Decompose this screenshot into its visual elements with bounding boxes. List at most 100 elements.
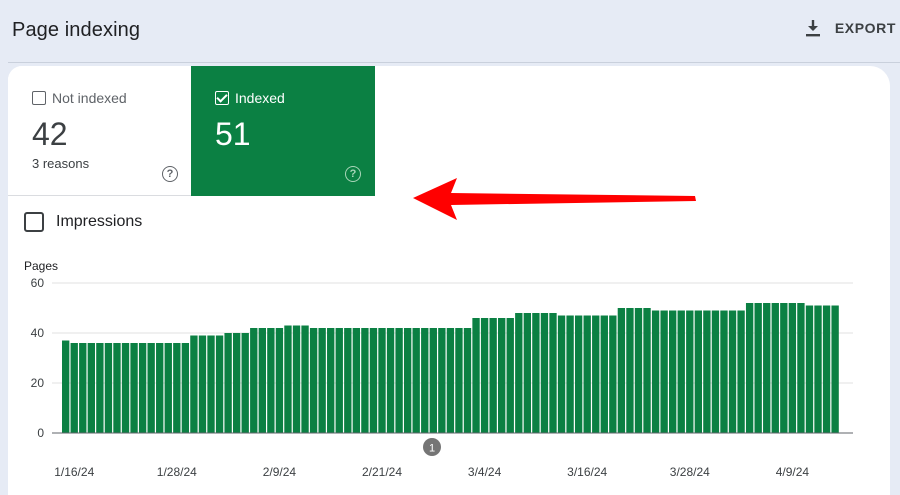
x-tick-label: 2/21/24 [362, 465, 402, 479]
bar[interactable] [421, 328, 429, 433]
bar[interactable] [489, 318, 497, 433]
bar[interactable] [258, 328, 266, 433]
bar[interactable] [515, 313, 523, 433]
bar[interactable] [344, 328, 352, 433]
bar[interactable] [386, 328, 395, 433]
bar[interactable] [446, 328, 455, 433]
bar[interactable] [592, 315, 600, 434]
bar[interactable] [241, 333, 249, 433]
bar[interactable] [822, 305, 831, 434]
bar[interactable] [780, 303, 788, 433]
bar[interactable] [164, 343, 172, 433]
bar[interactable] [763, 303, 771, 433]
bar[interactable] [369, 328, 378, 433]
bar[interactable] [472, 318, 480, 433]
bar[interactable] [506, 318, 514, 433]
bar[interactable] [651, 310, 660, 434]
bar[interactable] [677, 310, 685, 434]
bar[interactable] [267, 328, 275, 433]
bar[interactable] [626, 308, 634, 433]
bar[interactable] [720, 310, 728, 434]
bar[interactable] [207, 335, 215, 434]
bar[interactable] [215, 335, 224, 434]
bar[interactable] [327, 328, 335, 433]
bar[interactable] [831, 305, 839, 434]
bar[interactable] [694, 310, 703, 434]
bar[interactable] [617, 308, 626, 433]
bar[interactable] [728, 310, 737, 434]
bar[interactable] [480, 318, 489, 433]
y-axis-title: Pages [24, 259, 58, 273]
bar[interactable] [250, 328, 258, 433]
bar[interactable] [147, 343, 155, 433]
bar[interactable] [96, 343, 104, 433]
bar[interactable] [198, 335, 207, 434]
bar[interactable] [549, 313, 557, 433]
bar[interactable] [540, 313, 549, 433]
bar[interactable] [318, 328, 326, 433]
bar[interactable] [301, 325, 309, 434]
bar[interactable] [335, 328, 343, 433]
bar[interactable] [429, 328, 437, 433]
bar[interactable] [703, 310, 711, 434]
bar[interactable] [403, 328, 412, 433]
bar[interactable] [711, 310, 720, 434]
bar[interactable] [113, 343, 121, 433]
bar[interactable] [669, 310, 677, 434]
bar[interactable] [292, 325, 301, 434]
bar[interactable] [181, 343, 190, 433]
bar[interactable] [609, 315, 617, 434]
annotation-marker[interactable]: 1 [423, 438, 441, 456]
x-tick-label: 1/28/24 [157, 465, 197, 479]
bar[interactable] [686, 310, 694, 434]
bar[interactable] [70, 343, 78, 433]
bar[interactable] [173, 343, 181, 433]
bar[interactable] [232, 333, 241, 433]
bar[interactable] [121, 343, 130, 433]
bar[interactable] [557, 315, 566, 434]
bar[interactable] [62, 340, 70, 434]
bar[interactable] [361, 328, 369, 433]
bar[interactable] [275, 328, 284, 433]
bar[interactable] [523, 313, 532, 433]
bar[interactable] [130, 343, 138, 433]
bar[interactable] [600, 315, 608, 434]
bar[interactable] [352, 328, 361, 433]
bar[interactable] [805, 305, 814, 434]
bar[interactable] [463, 328, 472, 433]
bar[interactable] [566, 315, 574, 434]
pages-bar-chart: Pages 0 20 40 60 1/16/24 1/28/24 2/9/24 2/21/2… [24, 259, 853, 479]
y-tick-label: 40 [31, 326, 45, 340]
bar[interactable] [378, 328, 386, 433]
bar[interactable] [643, 308, 651, 433]
bar[interactable] [190, 335, 198, 434]
bar[interactable] [498, 318, 506, 433]
bar[interactable] [87, 343, 95, 433]
bar[interactable] [284, 325, 292, 434]
bar[interactable] [224, 333, 232, 433]
bar[interactable] [583, 315, 591, 434]
bar[interactable] [395, 328, 403, 433]
bar[interactable] [455, 328, 463, 433]
bar[interactable] [79, 343, 87, 433]
x-tick-label: 1/16/24 [54, 465, 94, 479]
bar[interactable] [634, 308, 643, 433]
bar[interactable] [788, 303, 797, 433]
bar[interactable] [814, 305, 822, 434]
bar[interactable] [532, 313, 540, 433]
bar[interactable] [660, 310, 668, 434]
bar[interactable] [737, 310, 745, 434]
x-tick-label: 2/9/24 [263, 465, 297, 479]
x-tick-label: 3/16/24 [567, 465, 607, 479]
bar[interactable] [104, 343, 113, 433]
bar[interactable] [412, 328, 420, 433]
bar[interactable] [438, 328, 446, 433]
bar[interactable] [574, 315, 583, 434]
bar[interactable] [754, 303, 762, 433]
bar[interactable] [309, 328, 318, 433]
bar[interactable] [771, 303, 779, 433]
bar[interactable] [797, 303, 805, 433]
bar[interactable] [745, 303, 754, 433]
bar[interactable] [138, 343, 147, 433]
bar[interactable] [156, 343, 164, 433]
